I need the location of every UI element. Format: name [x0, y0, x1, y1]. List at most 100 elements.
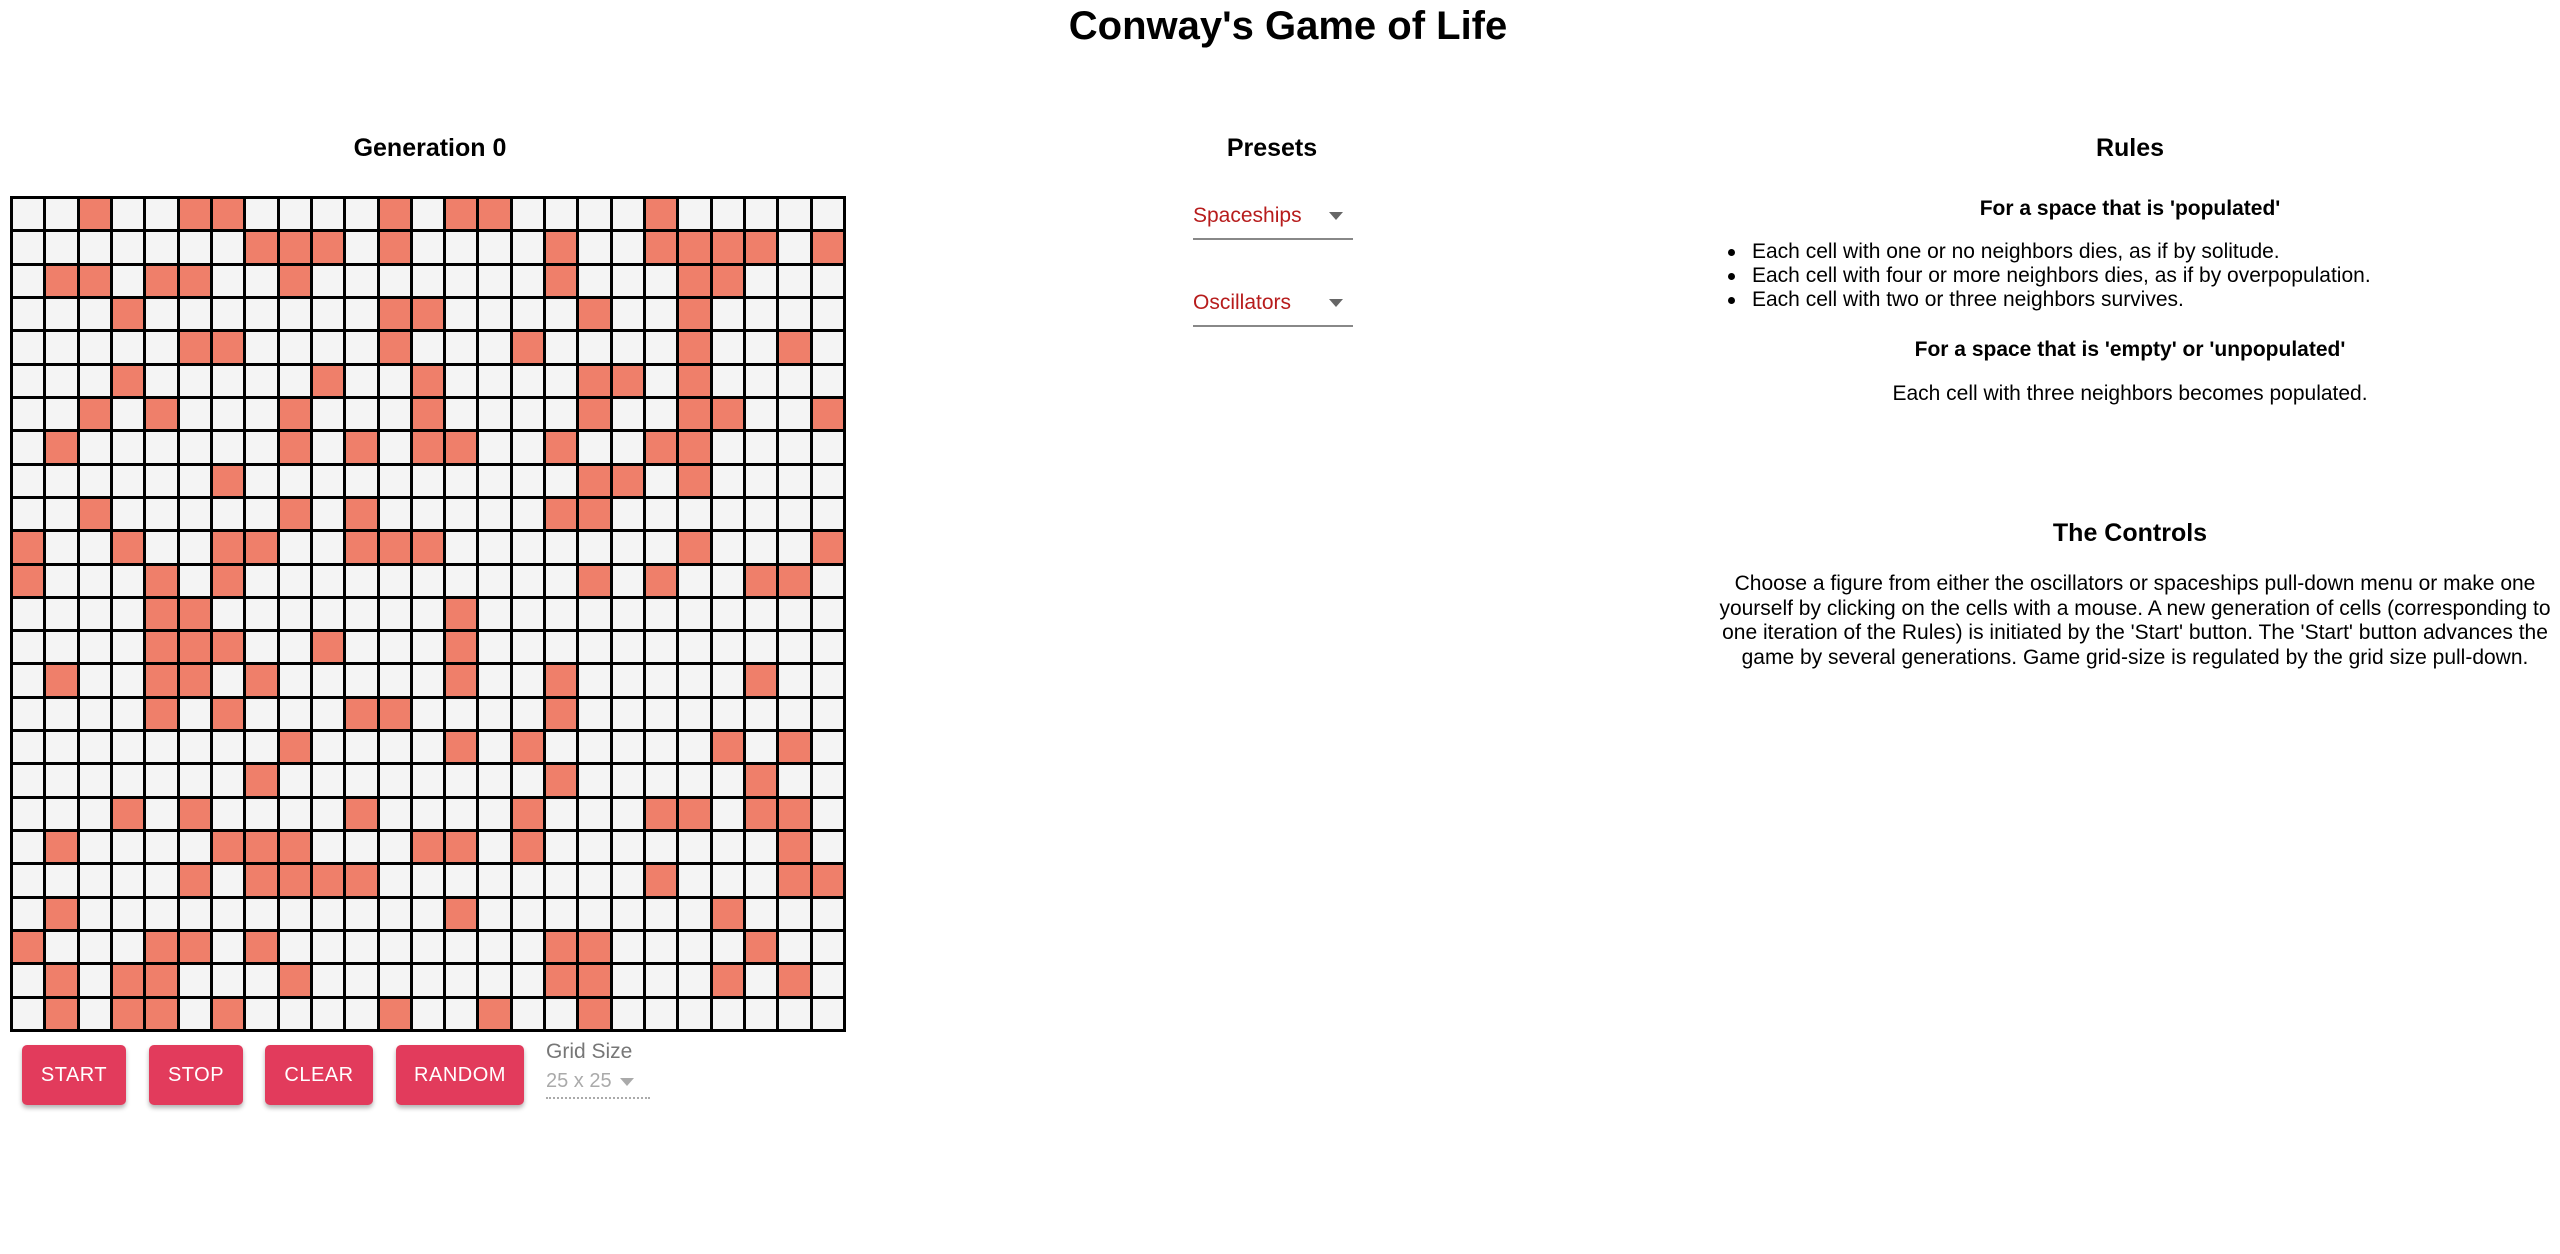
grid-cell[interactable]: [146, 498, 177, 530]
grid-cell[interactable]: [612, 265, 644, 296]
grid-cell[interactable]: [146, 199, 177, 230]
grid-cell[interactable]: [46, 932, 77, 963]
grid-cell[interactable]: [579, 898, 610, 930]
grid-cell[interactable]: [79, 898, 110, 930]
grid-cell[interactable]: [446, 865, 477, 896]
grid-cell[interactable]: [512, 398, 544, 430]
grid-cell[interactable]: [13, 298, 44, 330]
grid-cell[interactable]: [446, 965, 477, 996]
grid-cell[interactable]: [446, 765, 477, 796]
grid-cell[interactable]: [279, 665, 310, 696]
grid-cell[interactable]: [812, 765, 843, 796]
grid-cell[interactable]: [112, 932, 144, 963]
clear-button[interactable]: CLEAR: [265, 1045, 373, 1105]
grid-cell[interactable]: [246, 898, 277, 930]
grid-cell[interactable]: [679, 898, 710, 930]
grid-cell[interactable]: [712, 232, 744, 263]
grid-cell[interactable]: [612, 965, 644, 996]
grid-cell[interactable]: [779, 532, 810, 563]
grid-cell[interactable]: [612, 465, 644, 496]
grid-cell[interactable]: [279, 598, 310, 630]
grid-cell[interactable]: [646, 798, 677, 830]
grid-cell[interactable]: [112, 765, 144, 796]
grid-cell[interactable]: [212, 665, 244, 696]
grid-cell[interactable]: [546, 565, 577, 596]
grid-cell[interactable]: [13, 965, 44, 996]
grid-cell[interactable]: [479, 232, 510, 263]
grid-cell[interactable]: [579, 598, 610, 630]
grid-cell[interactable]: [746, 832, 777, 863]
grid-cell[interactable]: [312, 865, 344, 896]
grid-cell[interactable]: [779, 832, 810, 863]
grid-cell[interactable]: [412, 265, 444, 296]
grid-cell[interactable]: [79, 498, 110, 530]
grid-cell[interactable]: [246, 532, 277, 563]
grid-cell[interactable]: [212, 232, 244, 263]
grid-cell[interactable]: [379, 932, 410, 963]
grid-cell[interactable]: [146, 932, 177, 963]
grid-cell[interactable]: [446, 232, 477, 263]
grid-cell[interactable]: [212, 765, 244, 796]
grid-size-select[interactable]: 25 x 25: [546, 1070, 650, 1099]
grid-cell[interactable]: [512, 532, 544, 563]
grid-cell[interactable]: [46, 898, 77, 930]
grid-cell[interactable]: [479, 798, 510, 830]
grid-cell[interactable]: [312, 665, 344, 696]
grid-cell[interactable]: [512, 932, 544, 963]
grid-cell[interactable]: [179, 332, 210, 363]
grid-cell[interactable]: [512, 465, 544, 496]
grid-cell[interactable]: [246, 965, 277, 996]
grid-cell[interactable]: [579, 732, 610, 763]
grid-cell[interactable]: [146, 665, 177, 696]
grid-cell[interactable]: [779, 632, 810, 663]
grid-cell[interactable]: [446, 632, 477, 663]
grid-cell[interactable]: [546, 498, 577, 530]
grid-cell[interactable]: [412, 532, 444, 563]
grid-cell[interactable]: [79, 798, 110, 830]
grid-cell[interactable]: [79, 232, 110, 263]
grid-cell[interactable]: [79, 598, 110, 630]
grid-cell[interactable]: [79, 298, 110, 330]
grid-cell[interactable]: [546, 598, 577, 630]
grid-cell[interactable]: [246, 199, 277, 230]
grid-cell[interactable]: [146, 965, 177, 996]
grid-cell[interactable]: [579, 332, 610, 363]
grid-cell[interactable]: [546, 765, 577, 796]
grid-cell[interactable]: [779, 965, 810, 996]
grid-cell[interactable]: [46, 432, 77, 463]
grid-cell[interactable]: [179, 565, 210, 596]
grid-cell[interactable]: [712, 698, 744, 730]
grid-cell[interactable]: [446, 832, 477, 863]
grid-cell[interactable]: [446, 498, 477, 530]
grid-cell[interactable]: [446, 798, 477, 830]
grid-cell[interactable]: [13, 565, 44, 596]
grid-cell[interactable]: [179, 265, 210, 296]
grid-cell[interactable]: [579, 832, 610, 863]
grid-cell[interactable]: [546, 465, 577, 496]
grid-cell[interactable]: [46, 732, 77, 763]
random-button[interactable]: RANDOM: [396, 1045, 524, 1105]
grid-cell[interactable]: [812, 998, 843, 1029]
grid-cell[interactable]: [546, 998, 577, 1029]
grid-cell[interactable]: [512, 565, 544, 596]
grid-cell[interactable]: [446, 532, 477, 563]
grid-cell[interactable]: [179, 498, 210, 530]
grid-cell[interactable]: [646, 398, 677, 430]
grid-cell[interactable]: [612, 632, 644, 663]
grid-cell[interactable]: [79, 398, 110, 430]
grid-cell[interactable]: [479, 665, 510, 696]
grid-cell[interactable]: [212, 965, 244, 996]
grid-cell[interactable]: [13, 332, 44, 363]
grid-cell[interactable]: [212, 398, 244, 430]
grid-cell[interactable]: [112, 498, 144, 530]
grid-cell[interactable]: [46, 199, 77, 230]
grid-cell[interactable]: [612, 565, 644, 596]
grid-cell[interactable]: [179, 932, 210, 963]
grid-cell[interactable]: [746, 998, 777, 1029]
grid-cell[interactable]: [512, 765, 544, 796]
grid-cell[interactable]: [712, 865, 744, 896]
grid-cell[interactable]: [212, 698, 244, 730]
grid-cell[interactable]: [812, 632, 843, 663]
grid-cell[interactable]: [379, 665, 410, 696]
grid-cell[interactable]: [312, 398, 344, 430]
